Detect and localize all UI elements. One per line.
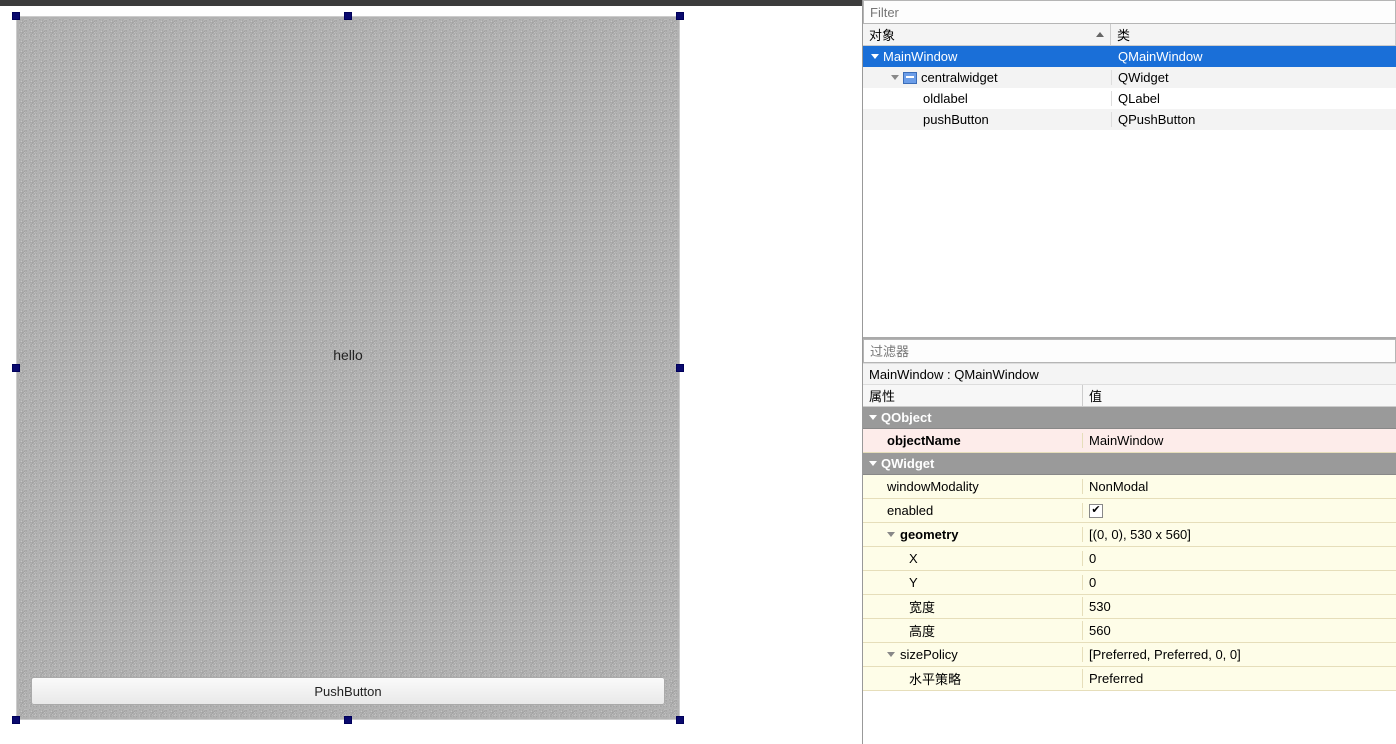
chevron-down-icon[interactable] <box>891 75 899 80</box>
property-row[interactable]: Y0 <box>863 571 1396 595</box>
selection-handle-mid-right[interactable] <box>676 364 684 372</box>
design-canvas[interactable]: hello PushButton <box>16 16 680 720</box>
object-name-label: oldlabel <box>923 91 968 106</box>
property-row[interactable]: sizePolicy [Preferred, Preferred, 0, 0] <box>863 643 1396 667</box>
chevron-down-icon[interactable] <box>887 532 895 537</box>
object-tree-row[interactable]: oldlabel QLabel <box>863 88 1396 109</box>
property-name-label: Y <box>909 575 918 590</box>
top-strip <box>0 0 862 6</box>
object-col-label: 对象 <box>869 25 895 44</box>
object-tree-cell-object: MainWindow <box>863 49 1111 64</box>
object-tree-cell-object: oldlabel <box>863 91 1111 106</box>
class-col-label: 类 <box>1117 25 1130 44</box>
property-editor: MainWindow : QMainWindow 属性 值 QObject obj… <box>863 338 1396 744</box>
property-filter-input[interactable] <box>863 339 1396 363</box>
property-name-label: geometry <box>900 527 959 542</box>
property-value-cell[interactable]: MainWindow <box>1083 433 1396 448</box>
property-name-cell: geometry <box>863 527 1083 542</box>
checkbox[interactable]: ✔ <box>1089 504 1103 518</box>
property-value-cell[interactable]: [(0, 0), 530 x 560] <box>1083 527 1396 542</box>
property-caption: MainWindow : QMainWindow <box>863 363 1396 385</box>
property-row[interactable]: geometry [(0, 0), 530 x 560] <box>863 523 1396 547</box>
object-name-label: MainWindow <box>883 49 957 64</box>
object-filter-input[interactable] <box>863 0 1396 24</box>
property-name-label: windowModality <box>887 479 979 494</box>
object-tree-cell-object: centralwidget <box>863 70 1111 85</box>
property-name-label: 水平策略 <box>909 669 961 688</box>
property-group-label: QObject <box>881 410 932 425</box>
property-value-cell[interactable]: 0 <box>1083 551 1396 566</box>
property-row[interactable]: X0 <box>863 547 1396 571</box>
property-row[interactable]: objectName MainWindow <box>863 429 1396 453</box>
object-tree-header-class[interactable]: 类 <box>1111 24 1396 45</box>
object-tree-cell-class: QLabel <box>1111 91 1396 106</box>
property-value-cell[interactable]: [Preferred, Preferred, 0, 0] <box>1083 647 1396 662</box>
property-name-cell: 高度 <box>863 621 1083 640</box>
property-row[interactable]: 高度 560 <box>863 619 1396 643</box>
selection-handle-top-right[interactable] <box>676 12 684 20</box>
property-header-name[interactable]: 属性 <box>863 385 1083 406</box>
property-row[interactable]: 宽度 530 <box>863 595 1396 619</box>
object-tree-header: 对象 类 <box>863 24 1396 46</box>
object-tree-cell-class: QPushButton <box>1111 112 1396 127</box>
selection-handle-top-mid[interactable] <box>344 12 352 20</box>
property-name-label: objectName <box>887 433 961 448</box>
chevron-down-icon[interactable] <box>871 54 879 59</box>
property-value-cell[interactable]: 0 <box>1083 575 1396 590</box>
canvas-pushbutton[interactable]: PushButton <box>31 677 665 705</box>
property-name-label: X <box>909 551 918 566</box>
selection-handle-bottom-mid[interactable] <box>344 716 352 724</box>
selection-handle-mid-left[interactable] <box>12 364 20 372</box>
object-tree-cell-class: QMainWindow <box>1111 49 1396 64</box>
property-name-label: 宽度 <box>909 597 935 616</box>
property-name-cell: sizePolicy <box>863 647 1083 662</box>
selection-handle-bottom-left[interactable] <box>12 716 20 724</box>
sort-ascending-icon <box>1096 32 1104 37</box>
property-value-cell[interactable]: ✔ <box>1083 504 1396 518</box>
object-inspector: 对象 类 MainWindow QMainWindow centralwidget Q… <box>863 0 1396 338</box>
property-value-cell[interactable]: NonModal <box>1083 479 1396 494</box>
property-name-cell: windowModality <box>863 479 1083 494</box>
chevron-down-icon <box>869 415 877 420</box>
property-name-label: 高度 <box>909 621 935 640</box>
property-row[interactable]: windowModality NonModal <box>863 475 1396 499</box>
object-tree-cell-object: pushButton <box>863 112 1111 127</box>
property-value-cell[interactable]: 560 <box>1083 623 1396 638</box>
property-name-label: sizePolicy <box>900 647 958 662</box>
property-name-cell: enabled <box>863 503 1083 518</box>
object-tree-row[interactable]: MainWindow QMainWindow <box>863 46 1396 67</box>
object-tree-header-object[interactable]: 对象 <box>863 24 1111 45</box>
property-header: 属性 值 <box>863 385 1396 407</box>
object-name-label: pushButton <box>923 112 989 127</box>
selection-handle-bottom-right[interactable] <box>676 716 684 724</box>
property-body[interactable]: QObject objectName MainWindow QWidget window… <box>863 407 1396 744</box>
chevron-down-icon[interactable] <box>887 652 895 657</box>
design-surface-panel: hello PushButton <box>0 0 862 744</box>
object-tree-row[interactable]: centralwidget QWidget <box>863 67 1396 88</box>
selection-handle-top-left[interactable] <box>12 12 20 20</box>
object-tree-body[interactable]: MainWindow QMainWindow centralwidget QWidge… <box>863 46 1396 337</box>
property-name-cell: X <box>863 551 1083 566</box>
property-name-cell: 水平策略 <box>863 669 1083 688</box>
property-row[interactable]: enabled ✔ <box>863 499 1396 523</box>
property-name-label: enabled <box>887 503 933 518</box>
property-name-cell: objectName <box>863 433 1083 448</box>
property-value-cell[interactable]: Preferred <box>1083 671 1396 686</box>
property-row[interactable]: 水平策略 Preferred <box>863 667 1396 691</box>
property-group-header[interactable]: QObject <box>863 407 1396 429</box>
property-group-header[interactable]: QWidget <box>863 453 1396 475</box>
property-value-cell[interactable]: 530 <box>1083 599 1396 614</box>
canvas-label-oldlabel[interactable]: hello <box>333 347 363 363</box>
right-panel: 对象 类 MainWindow QMainWindow centralwidget Q… <box>862 0 1396 744</box>
object-name-label: centralwidget <box>921 70 998 85</box>
property-header-value[interactable]: 值 <box>1083 385 1396 406</box>
object-tree-cell-class: QWidget <box>1111 70 1396 85</box>
object-tree-row[interactable]: pushButton QPushButton <box>863 109 1396 130</box>
property-group-label: QWidget <box>881 456 934 471</box>
chevron-down-icon <box>869 461 877 466</box>
property-name-cell: 宽度 <box>863 597 1083 616</box>
property-name-cell: Y <box>863 575 1083 590</box>
widget-icon <box>903 72 917 84</box>
